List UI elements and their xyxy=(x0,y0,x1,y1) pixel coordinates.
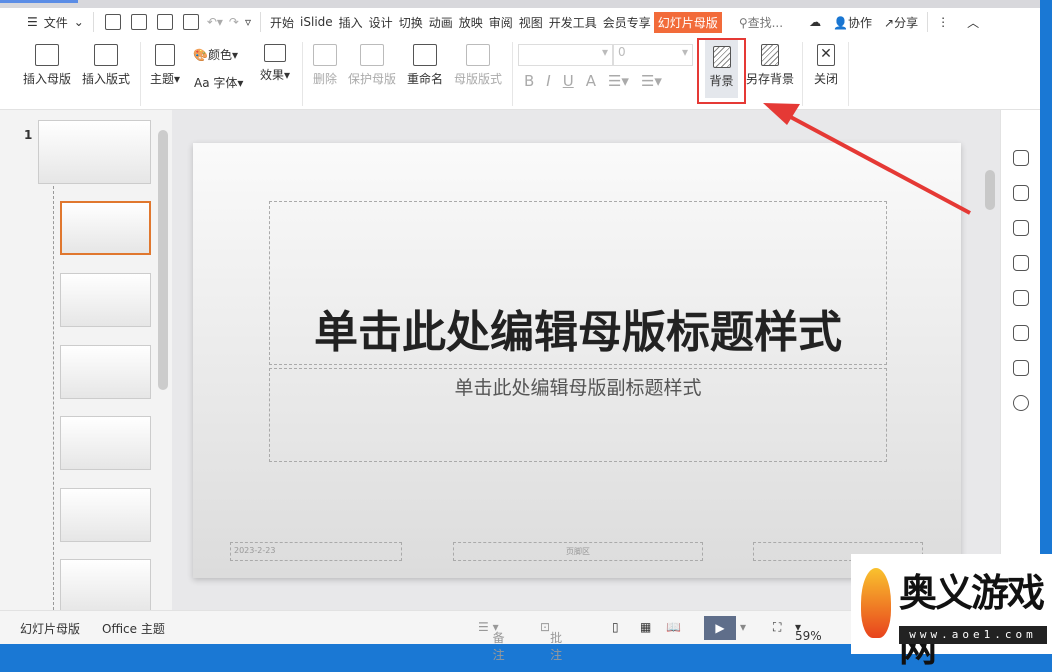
flame-logo-icon xyxy=(861,568,891,638)
watermark-logo: 奥义游戏网 www.aoe1.com xyxy=(851,554,1052,670)
